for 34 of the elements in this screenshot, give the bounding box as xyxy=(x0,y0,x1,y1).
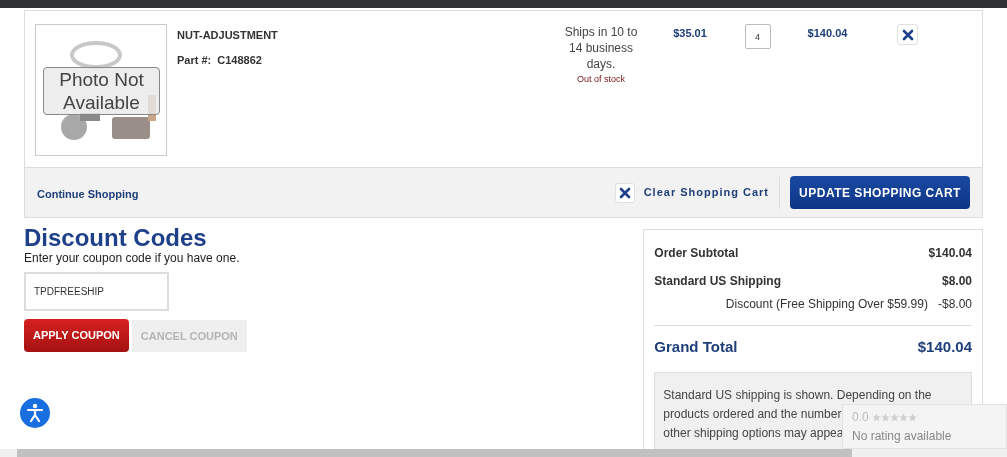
line-total: $140.04 xyxy=(806,26,849,41)
accessibility-button[interactable] xyxy=(20,398,50,428)
clear-cart-button[interactable]: Clear Shopping Cart xyxy=(614,176,780,209)
stock-status: Out of stock xyxy=(576,73,626,86)
grand-total-value: $140.04 xyxy=(917,337,972,357)
summary-label: Discount (Free Shipping Over $59.99) xyxy=(725,296,928,313)
rating-score: 0.0 xyxy=(852,409,869,426)
quantity-field[interactable]: 4 xyxy=(744,24,771,49)
part-number: C148862 xyxy=(217,52,262,68)
discount-title: Discount Codes xyxy=(24,229,208,247)
continue-shopping-link[interactable]: Continue Shopping xyxy=(37,185,139,203)
coupon-field[interactable]: TPDFREESHIP xyxy=(24,272,169,311)
shipping-note-line: Standard US shipping is shown. Depending on the xyxy=(663,386,932,404)
summary-label: Standard US Shipping xyxy=(654,273,781,290)
part-number-label: Part #: xyxy=(177,52,212,68)
update-cart-button[interactable]: UPDATE SHOPPING CART xyxy=(790,176,970,209)
coupon-hint: Enter your coupon code if you have one. xyxy=(24,251,241,265)
close-icon xyxy=(901,28,914,41)
summary-label: Order Subtotal xyxy=(654,245,739,262)
summary-value: $140.04 xyxy=(928,245,972,262)
close-icon xyxy=(618,186,631,199)
shipping-note-line: products ordered and the number xyxy=(663,405,842,423)
grand-total-label: Grand Total xyxy=(654,337,738,357)
rating-text: No rating available xyxy=(852,428,953,445)
remove-item-button[interactable] xyxy=(897,24,918,45)
product-name: NUT-ADJUSTMENT xyxy=(177,28,279,43)
shipping-note-line: other shipping options may appea xyxy=(663,424,844,442)
unit-price: $35.01 xyxy=(672,26,708,41)
photo-not-available-label: Photo Not Available xyxy=(43,67,160,115)
person-icon xyxy=(26,403,44,423)
summary-value: -$8.00 xyxy=(937,296,972,313)
summary-value: $8.00 xyxy=(941,273,972,290)
shipping-time: Ships in 10 to 14 business days. xyxy=(563,24,639,72)
coupon-button[interactable]: APPLY COUPON xyxy=(24,319,129,352)
